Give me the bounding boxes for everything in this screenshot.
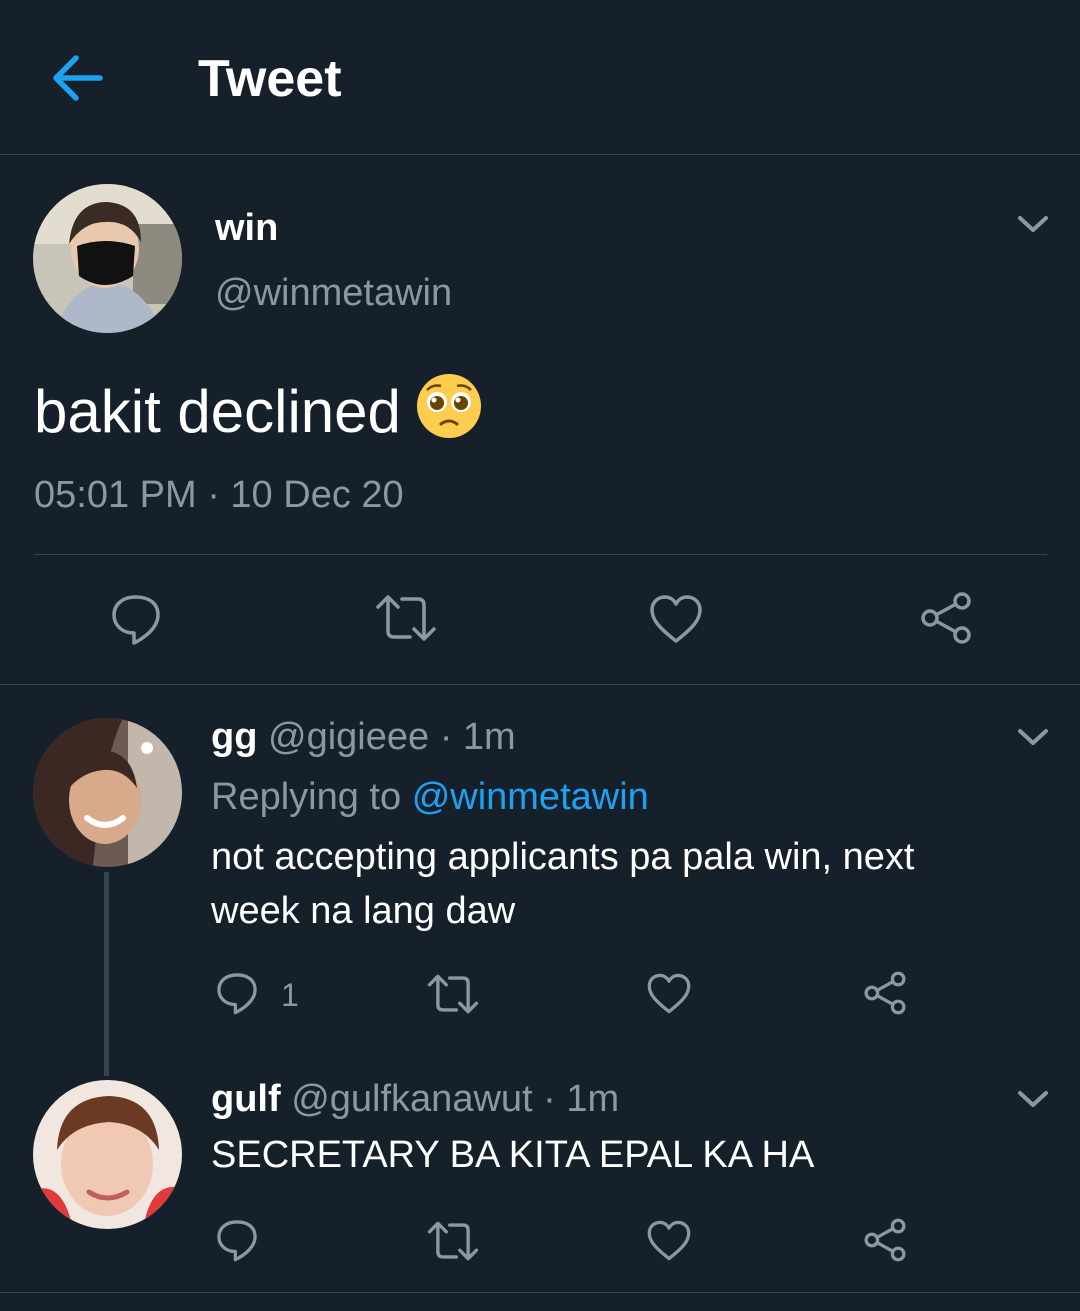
share-icon[interactable] [918, 590, 974, 646]
reply-author-handle[interactable]: @gulfkanawut [291, 1078, 532, 1120]
avatar[interactable] [33, 1080, 182, 1229]
thread-line [104, 872, 109, 1076]
reply-author-name[interactable]: gg [211, 716, 257, 758]
chevron-down-icon[interactable] [1016, 212, 1050, 236]
like-icon[interactable] [648, 593, 704, 645]
divider [0, 1292, 1080, 1293]
avatar[interactable] [33, 184, 182, 333]
reply-text: not accepting applicants pa pala win, ne… [211, 830, 914, 938]
reply-header: gg @gigieee · 1m [211, 714, 516, 760]
reply-author-name[interactable]: gulf [211, 1078, 281, 1120]
chevron-down-icon[interactable] [1016, 1087, 1050, 1111]
chevron-down-icon[interactable] [1016, 725, 1050, 749]
reply-time: · 1m [439, 716, 516, 758]
divider [0, 684, 1080, 685]
reply-time: · 1m [543, 1078, 620, 1120]
reply-header: gulf @gulfkanawut · 1m [211, 1076, 619, 1122]
reply-icon[interactable] [108, 591, 164, 647]
back-arrow-icon[interactable] [50, 52, 106, 104]
replying-to-label: Replying to [211, 776, 402, 818]
reply-text-line: week na lang daw [211, 890, 516, 932]
retweet-icon[interactable] [426, 973, 480, 1015]
reply-count: 1 [281, 977, 299, 1013]
reply-icon[interactable] [214, 1217, 260, 1263]
tweet-author-handle[interactable]: @winmetawin [215, 270, 452, 316]
reply-author-handle[interactable]: @gigieee [268, 716, 429, 758]
like-icon[interactable] [646, 972, 692, 1015]
avatar[interactable] [33, 718, 182, 867]
tweet-text-content: bakit declined [34, 378, 401, 445]
header-bar: Tweet [0, 0, 1080, 155]
tweet-text: bakit declined [34, 372, 483, 450]
tweet-author-name[interactable]: win [215, 205, 278, 251]
pleading-face-emoji-icon [416, 374, 481, 438]
tweet-timestamp: 05:01 PM · 10 Dec 20 [34, 474, 404, 516]
retweet-icon[interactable] [374, 593, 438, 643]
avatar-image-gulf [33, 1080, 182, 1229]
page-title: Tweet [198, 50, 342, 108]
reply-text-line: not accepting applicants pa pala win, ne… [211, 836, 915, 878]
retweet-icon[interactable] [426, 1220, 480, 1262]
replying-to: Replying to @winmetawin [211, 774, 649, 820]
avatar-image-win [33, 184, 182, 333]
divider [34, 554, 1047, 555]
share-icon[interactable] [862, 1217, 908, 1263]
share-icon[interactable] [862, 970, 908, 1016]
avatar-image-gg [33, 718, 182, 867]
reply-text: SECRETARY BA KITA EPAL KA HA [211, 1134, 815, 1176]
reply-icon[interactable] [214, 970, 260, 1016]
replying-to-link[interactable]: @winmetawin [412, 776, 649, 818]
like-icon[interactable] [646, 1219, 692, 1262]
